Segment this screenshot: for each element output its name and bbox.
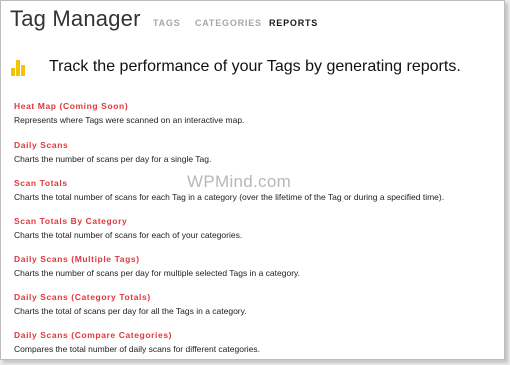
report-link-heat-map[interactable]: Heat Map (Coming Soon) bbox=[14, 101, 244, 111]
report-item-daily-scans: Daily Scans Charts the number of scans p… bbox=[14, 140, 211, 164]
watermark: WPMind.com bbox=[187, 172, 292, 191]
app-title: Tag Manager bbox=[10, 6, 141, 31]
report-link-daily-scans-multiple-tags[interactable]: Daily Scans (Multiple Tags) bbox=[14, 254, 300, 264]
report-description: Charts the number of scans per day for m… bbox=[14, 268, 300, 278]
banner-heading: Track the performance of your Tags by ge… bbox=[49, 58, 461, 75]
report-link-daily-scans[interactable]: Daily Scans bbox=[14, 140, 211, 150]
report-link-daily-scans-category-totals[interactable]: Daily Scans (Category Totals) bbox=[14, 292, 247, 302]
tab-reports[interactable]: REPORTS bbox=[269, 18, 318, 28]
report-description: Charts the total number of scans for eac… bbox=[14, 192, 445, 202]
report-item-daily-scans-category-totals: Daily Scans (Category Totals) Charts the… bbox=[14, 292, 247, 316]
report-item-daily-scans-compare-categories: Daily Scans (Compare Categories) Compare… bbox=[14, 330, 260, 354]
report-item-heat-map: Heat Map (Coming Soon) Represents where … bbox=[14, 101, 244, 125]
report-description: Charts the total number of scans for eac… bbox=[14, 230, 243, 240]
report-description: Represents where Tags were scanned on an… bbox=[14, 115, 245, 125]
report-item-daily-scans-multiple-tags: Daily Scans (Multiple Tags) Charts the n… bbox=[14, 254, 300, 278]
bar-chart-icon bbox=[11, 60, 31, 76]
report-description: Charts the number of scans per day for a… bbox=[14, 154, 212, 164]
tab-tags[interactable]: TAGS bbox=[153, 18, 181, 28]
report-item-scan-totals-by-category: Scan Totals By Category Charts the total… bbox=[14, 216, 242, 240]
report-link-daily-scans-compare-categories[interactable]: Daily Scans (Compare Categories) bbox=[14, 330, 260, 340]
report-description: Compares the total number of daily scans… bbox=[14, 344, 260, 354]
report-link-scan-totals-by-category[interactable]: Scan Totals By Category bbox=[14, 216, 242, 226]
report-description: Charts the total of scans per day for al… bbox=[14, 306, 247, 316]
app-window: Tag Manager TAGS CATEGORIES REPORTS Trac… bbox=[0, 0, 505, 360]
tab-categories[interactable]: CATEGORIES bbox=[195, 18, 262, 28]
